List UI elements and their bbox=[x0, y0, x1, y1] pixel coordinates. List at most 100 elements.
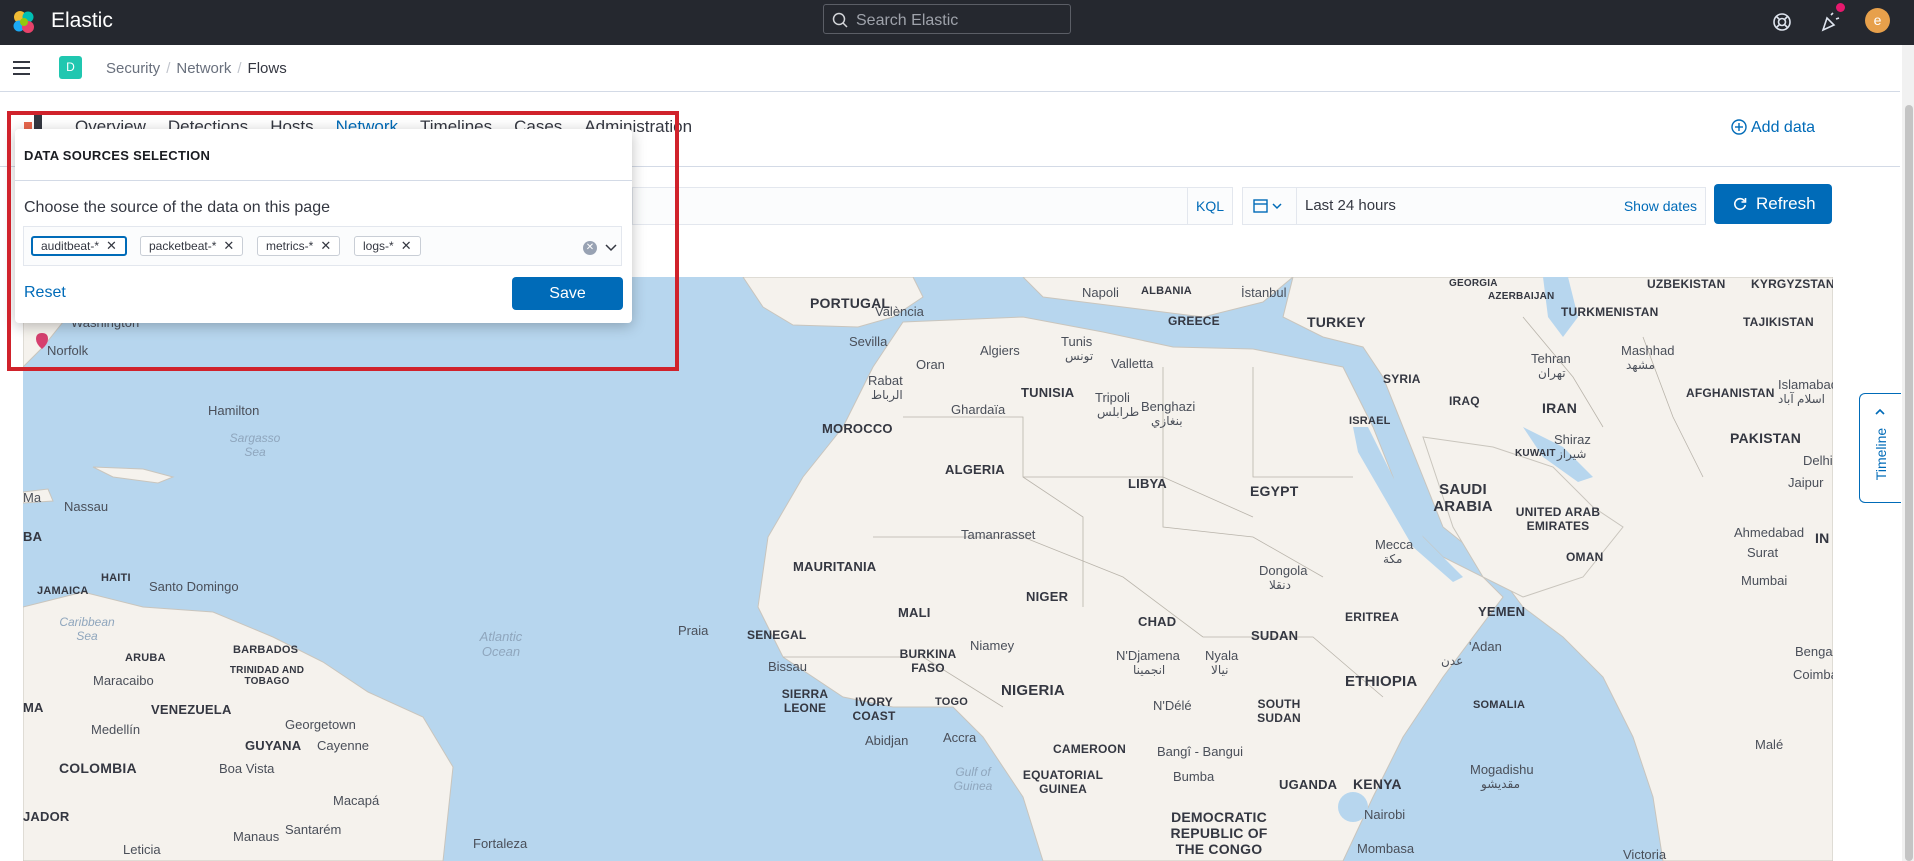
map-label: اسلام آباد bbox=[1778, 392, 1825, 406]
map-label: TAJIKISTAN bbox=[1743, 315, 1814, 329]
breadcrumb-bar: D Security / Network / Flows bbox=[0, 45, 1900, 92]
map-label: UZBEKISTAN bbox=[1647, 277, 1726, 291]
map-label: OMAN bbox=[1566, 550, 1604, 564]
map-label: Niamey bbox=[970, 638, 1015, 653]
map-label: مشهد bbox=[1626, 358, 1655, 372]
map-label: ERITREA bbox=[1345, 610, 1400, 624]
map-label: Gulf of Guinea bbox=[953, 765, 993, 793]
breadcrumb: Security / Network / Flows bbox=[106, 60, 287, 77]
map-label: SOUTH SUDAN bbox=[1257, 697, 1301, 725]
map-label: طرابلس bbox=[1097, 405, 1140, 419]
map-label: UNITED ARAB EMIRATES bbox=[1515, 505, 1601, 533]
refresh-label: Refresh bbox=[1756, 194, 1816, 213]
map-label: Maracaibo bbox=[93, 673, 154, 688]
map-label: Tripoli bbox=[1095, 390, 1130, 405]
show-dates-button[interactable]: Show dates bbox=[1624, 198, 1697, 214]
elastic-logo-icon[interactable] bbox=[11, 9, 37, 35]
map-label: ISRAEL bbox=[1349, 415, 1391, 427]
add-data-button[interactable]: Add data bbox=[1731, 119, 1815, 137]
kql-query-input[interactable] bbox=[632, 187, 1233, 225]
map-label: LIBYA bbox=[1128, 476, 1167, 491]
map-label: Bissau bbox=[768, 659, 808, 674]
user-avatar[interactable]: e bbox=[1865, 8, 1890, 33]
map-label: Sevilla bbox=[849, 334, 888, 349]
map-label: HAITI bbox=[101, 572, 131, 584]
map-label: TOGO bbox=[935, 696, 968, 708]
map-label: Mumbai bbox=[1741, 573, 1788, 588]
map-label: نيالا bbox=[1211, 663, 1229, 677]
calendar-icon bbox=[1253, 199, 1282, 213]
map-label: GREECE bbox=[1168, 314, 1220, 328]
map-label: Mogadishu bbox=[1470, 762, 1534, 777]
map-label: PAKISTAN bbox=[1730, 430, 1802, 446]
map-label: Napoli bbox=[1082, 285, 1119, 300]
breadcrumb-security[interactable]: Security bbox=[106, 60, 160, 77]
date-range-text[interactable]: Last 24 hours bbox=[1305, 197, 1396, 214]
add-data-label: Add data bbox=[1751, 119, 1816, 136]
map-label: ETHIOPIA bbox=[1345, 673, 1418, 690]
map-label: Ma bbox=[23, 490, 42, 505]
map-label: تونس bbox=[1065, 349, 1094, 363]
map-label: Bumba bbox=[1173, 769, 1215, 784]
map-label: BA bbox=[23, 529, 43, 544]
help-icon[interactable] bbox=[1770, 10, 1794, 34]
hamburger-menu-icon[interactable] bbox=[12, 59, 32, 77]
map-label: MOROCCO bbox=[822, 421, 893, 436]
plus-circle-icon bbox=[1731, 119, 1747, 135]
map-label: Atlantic Ocean bbox=[479, 629, 523, 659]
map-label: EQUATORIAL GUINEA bbox=[1022, 768, 1104, 796]
map-label: Rabat bbox=[868, 373, 903, 388]
chevron-up-icon bbox=[1875, 408, 1885, 415]
map-label: UGANDA bbox=[1279, 777, 1338, 792]
newsfeed-icon[interactable] bbox=[1818, 10, 1842, 34]
global-search[interactable] bbox=[823, 4, 1071, 34]
map-label: عدن bbox=[1441, 654, 1464, 668]
map-label: İstanbul bbox=[1241, 285, 1287, 300]
map-label: Delhi bbox=[1803, 453, 1833, 468]
quick-select-button[interactable] bbox=[1243, 188, 1297, 224]
refresh-icon bbox=[1734, 197, 1747, 211]
search-icon bbox=[832, 12, 848, 28]
map-label: AFGHANISTAN bbox=[1686, 386, 1775, 400]
map-label: Caribbean Sea bbox=[59, 615, 115, 643]
map-label: BURKINA FASO bbox=[899, 647, 957, 675]
map-label: JAMAICA bbox=[37, 585, 89, 597]
map-label: SAUDI ARABIA bbox=[1433, 481, 1493, 515]
map-label: AZERBAIJAN bbox=[1488, 291, 1555, 302]
space-avatar[interactable]: D bbox=[59, 56, 82, 79]
brand-name[interactable]: Elastic bbox=[51, 9, 113, 33]
map-label: Coimbat bbox=[1793, 667, 1833, 682]
map-label: SIERRA LEONE bbox=[781, 687, 829, 715]
map-label: Mombasa bbox=[1357, 841, 1415, 856]
search-input[interactable] bbox=[854, 10, 1063, 32]
map-label: الرباط bbox=[871, 388, 903, 402]
map-label: Tunis bbox=[1061, 334, 1093, 349]
map-label: ALBANIA bbox=[1141, 285, 1192, 297]
page-scrollbar-thumb[interactable] bbox=[1905, 105, 1913, 861]
map-label: COLOMBIA bbox=[59, 760, 137, 776]
map-label: Oran bbox=[916, 357, 945, 372]
map-label: 'Adan bbox=[1469, 639, 1502, 654]
map-label: SOMALIA bbox=[1473, 699, 1526, 711]
kql-toggle-button[interactable]: KQL bbox=[1187, 187, 1233, 225]
map-label: MAURITANIA bbox=[793, 559, 877, 574]
annotation-highlight-box bbox=[7, 111, 679, 371]
refresh-button[interactable]: Refresh bbox=[1714, 184, 1832, 224]
map-label: EGYPT bbox=[1250, 483, 1299, 499]
map-label: BARBADOS bbox=[233, 644, 299, 656]
map-label: مكة bbox=[1383, 552, 1403, 566]
map-label: IRAQ bbox=[1449, 394, 1480, 408]
breadcrumb-network[interactable]: Network bbox=[176, 60, 231, 77]
map-label: Praia bbox=[678, 623, 709, 638]
map-label: TURKEY bbox=[1307, 314, 1366, 330]
breadcrumb-flows: Flows bbox=[247, 60, 287, 77]
map-label: SENEGAL bbox=[747, 628, 807, 642]
map-label: SUDAN bbox=[1251, 628, 1299, 643]
map-label: GUYANA bbox=[245, 738, 302, 753]
map-label: MALI bbox=[898, 605, 931, 620]
map-label: Georgetown bbox=[285, 717, 356, 732]
timeline-flyout-button[interactable]: Timeline bbox=[1859, 393, 1901, 503]
map-label: Cayenne bbox=[317, 738, 370, 753]
map-label: KUWAIT bbox=[1515, 448, 1556, 459]
map-label: Nairobi bbox=[1364, 807, 1406, 822]
